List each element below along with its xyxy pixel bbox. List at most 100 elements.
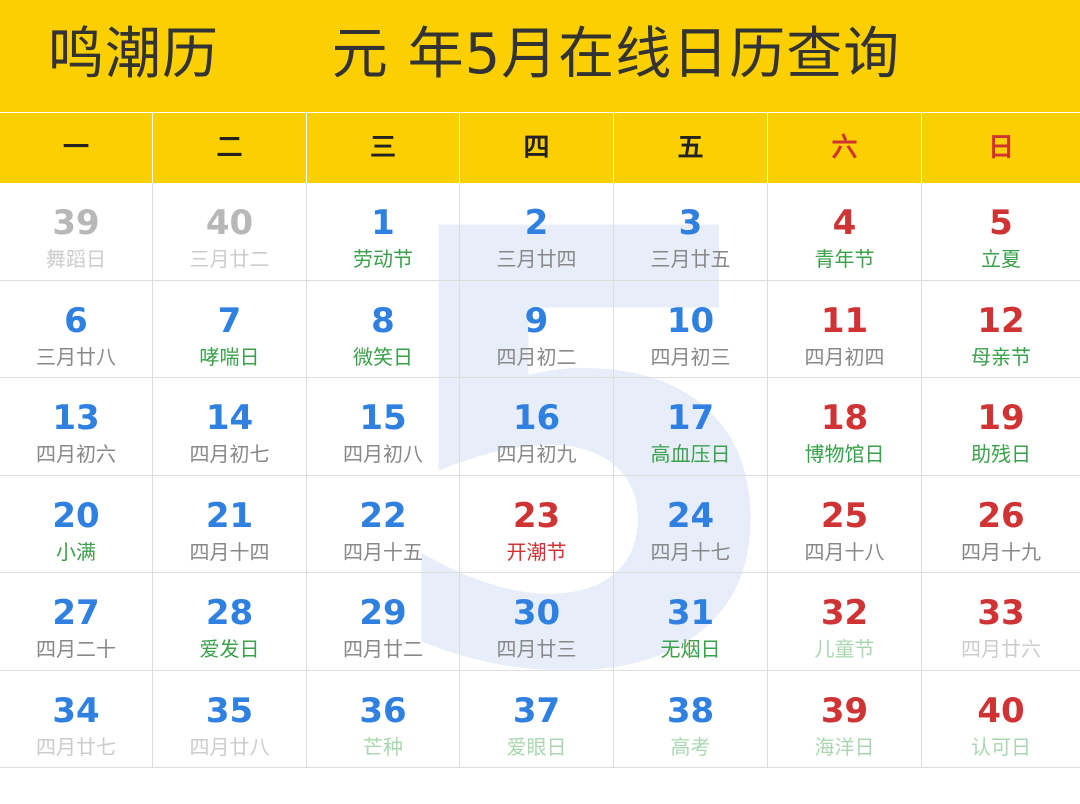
day-cell[interactable]: 40 认可日: [922, 671, 1080, 768]
day-label: 助残日: [971, 442, 1031, 466]
day-cell[interactable]: 12 母亲节: [922, 281, 1080, 378]
day-cell[interactable]: 10 四月初三: [614, 280, 768, 378]
day-label: 爱眼日: [506, 734, 567, 759]
day-label: 四月廿二: [343, 637, 423, 661]
day-label: 四月十九: [961, 539, 1041, 564]
weekday-sun: 日: [987, 133, 1014, 163]
day-cell[interactable]: 39 海洋日: [768, 670, 922, 768]
day-label: 母亲节: [971, 344, 1031, 369]
day-cell[interactable]: 20 小满: [0, 475, 153, 573]
day-number: 20: [52, 495, 100, 536]
day-cell[interactable]: 7 哮喘日: [153, 280, 307, 378]
day-number: 38: [666, 690, 715, 731]
day-number: 19: [977, 398, 1025, 438]
day-cell[interactable]: 19 助残日: [922, 378, 1080, 476]
day-label: 高血压日: [650, 442, 731, 466]
day-cell[interactable]: 31 无烟日: [614, 573, 768, 671]
day-label: 四月初六: [36, 442, 116, 466]
calendar-grid: 39 舞蹈日 40 三月廿二 1 劳动节 2 三月廿四 3 三月廿五 4 青年节 5 立夏 6…: [0, 183, 1080, 769]
day-label: 无烟日: [660, 637, 721, 661]
day-number: 23: [512, 495, 561, 536]
day-label: 四月初九: [496, 442, 577, 466]
day-label: 开潮节: [506, 539, 567, 564]
day-number: 7: [217, 300, 242, 341]
day-label: 劳动节: [353, 247, 413, 271]
day-label: 三月廿八: [36, 344, 116, 369]
day-cell[interactable]: 1 劳动节: [307, 183, 460, 281]
day-cell[interactable]: 3 三月廿五: [614, 183, 768, 281]
day-number: 9: [524, 300, 549, 341]
day-number: 36: [359, 690, 407, 731]
day-cell[interactable]: 32 儿童节: [768, 573, 922, 671]
day-label: 爱发日: [199, 637, 260, 661]
day-label: 青年节: [814, 247, 875, 271]
day-cell[interactable]: 36 芒种: [307, 670, 460, 768]
day-number: 31: [666, 593, 715, 633]
day-cell[interactable]: 18 博物馆日: [768, 378, 922, 476]
day-label: 四月十八: [804, 539, 885, 564]
day-cell[interactable]: 27 四月二十: [0, 573, 153, 671]
weekday-tue: 二: [153, 113, 307, 183]
day-cell[interactable]: 40 三月廿二: [153, 183, 307, 281]
day-cell[interactable]: 28 爱发日: [153, 573, 307, 671]
day-label: 哮喘日: [199, 344, 260, 369]
day-number: 11: [820, 300, 869, 341]
weekday-mon: 一: [0, 113, 153, 183]
day-cell[interactable]: 14 四月初七: [153, 378, 307, 476]
day-number: 33: [977, 593, 1025, 633]
day-number: 24: [666, 495, 715, 536]
day-label: 四月十四: [189, 539, 270, 564]
day-number: 22: [359, 495, 407, 536]
day-cell[interactable]: 2 三月廿四: [460, 183, 614, 281]
day-cell[interactable]: 22 四月十五: [307, 475, 460, 573]
day-number: 28: [205, 593, 254, 633]
day-label: 四月廿六: [961, 637, 1041, 661]
day-label: 四月廿八: [189, 734, 270, 759]
day-cell[interactable]: 35 四月廿八: [153, 670, 307, 768]
day-label: 芒种: [363, 734, 403, 759]
day-cell[interactable]: 16 四月初九: [460, 378, 614, 476]
day-number: 29: [359, 593, 407, 633]
day-label: 立夏: [981, 247, 1021, 271]
day-cell[interactable]: 37 爱眼日: [460, 670, 614, 768]
day-cell[interactable]: 30 四月廿三: [460, 573, 614, 671]
day-cell[interactable]: 25 四月十八: [768, 475, 922, 573]
weekday-fri: 五: [614, 113, 768, 183]
day-cell[interactable]: 23 开潮节: [460, 475, 614, 573]
day-cell[interactable]: 4 青年节: [768, 183, 922, 281]
day-cell[interactable]: 29 四月廿二: [307, 573, 460, 671]
day-number: 39: [820, 690, 869, 731]
day-cell[interactable]: 11 四月初四: [768, 280, 922, 378]
day-cell[interactable]: 8 微笑日: [307, 280, 460, 378]
day-cell[interactable]: 39 舞蹈日: [0, 183, 153, 281]
day-number: 2: [524, 203, 549, 243]
day-label: 四月初四: [804, 344, 885, 369]
day-cell[interactable]: 21 四月十四: [153, 475, 307, 573]
day-number: 40: [205, 203, 254, 243]
day-cell[interactable]: 33 四月廿六: [922, 573, 1080, 671]
day-number: 8: [371, 300, 395, 341]
day-label: 小满: [56, 539, 96, 564]
header-bar: 鸣潮历 元 年5月在线日历查询: [0, 0, 1080, 112]
day-number: 13: [52, 398, 100, 438]
day-cell[interactable]: 13 四月初六: [0, 378, 153, 476]
day-number: 18: [820, 398, 869, 438]
day-cell[interactable]: 6 三月廿八: [0, 280, 153, 378]
day-cell[interactable]: 9 四月初二: [460, 280, 614, 378]
day-number: 39: [52, 203, 100, 243]
day-cell[interactable]: 38 高考: [614, 670, 768, 768]
day-label: 三月廿四: [496, 247, 577, 271]
day-cell[interactable]: 24 四月十七: [614, 475, 768, 573]
day-cell[interactable]: 34 四月廿七: [0, 670, 153, 768]
day-cell[interactable]: 17 高血压日: [614, 378, 768, 476]
day-label: 四月廿三: [496, 637, 577, 661]
weekday-wed: 三: [307, 113, 460, 183]
day-number: 32: [820, 593, 869, 633]
day-cell[interactable]: 5 立夏: [922, 183, 1080, 281]
day-label: 四月廿七: [36, 734, 116, 759]
day-label: 儿童节: [814, 637, 875, 661]
day-label: 舞蹈日: [46, 247, 106, 271]
day-label: 微笑日: [353, 344, 413, 369]
day-cell[interactable]: 15 四月初八: [307, 378, 460, 476]
day-cell[interactable]: 26 四月十九: [922, 476, 1080, 573]
